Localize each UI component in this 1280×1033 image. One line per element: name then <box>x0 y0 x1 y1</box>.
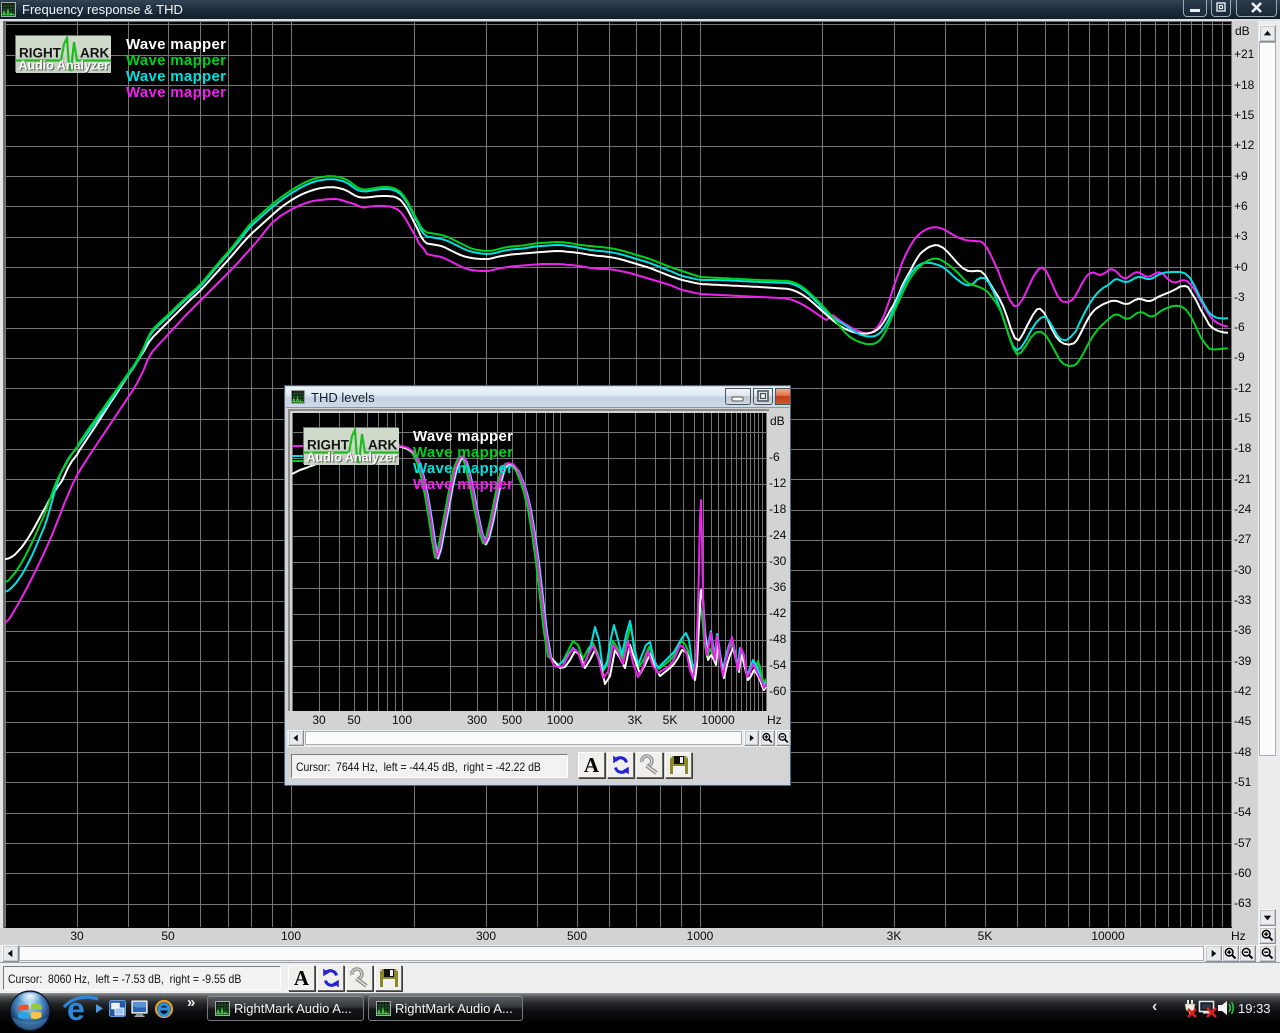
svg-text:Audio Analyzer: Audio Analyzer <box>19 59 110 73</box>
svg-text:Audio Analyzer: Audio Analyzer <box>307 451 398 465</box>
